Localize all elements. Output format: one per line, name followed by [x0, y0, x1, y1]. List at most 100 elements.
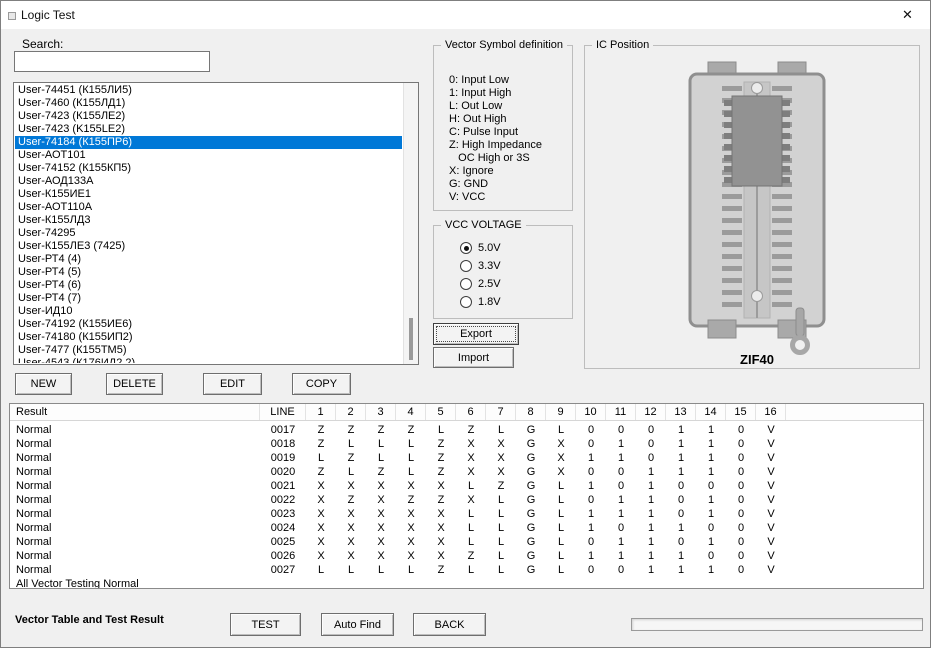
ic-position-groupbox: IC Position	[584, 45, 920, 369]
logic-test-window: Logic Test ✕ Search: User-74451 (К155ЛИ5…	[0, 0, 931, 648]
vcc-option-5.0V[interactable]: 5.0V	[460, 239, 501, 257]
back-button[interactable]: BACK	[413, 613, 486, 636]
zif-socket-graphic	[672, 58, 842, 358]
vector-symbol-groupbox: Vector Symbol definition 0: Input Low1: …	[433, 45, 573, 211]
column-header-14[interactable]: 14	[696, 404, 726, 420]
device-list-item[interactable]: User-74180 (К155ИП2)	[15, 331, 402, 344]
device-list-item[interactable]: User-АОТ110А	[15, 201, 402, 214]
column-header-8[interactable]: 8	[516, 404, 546, 420]
scrollbar-thumb[interactable]	[409, 318, 413, 360]
device-list-item[interactable]: User-К155ИЕ1	[15, 188, 402, 201]
vector-symbol-line: C: Pulse Input	[449, 126, 568, 139]
column-header-Result[interactable]: Result	[10, 404, 260, 420]
device-list-item[interactable]: User-РТ4 (4)	[15, 253, 402, 266]
search-label: Search:	[22, 37, 63, 51]
vector-symbol-line: V: VCC	[449, 191, 568, 204]
device-list-item[interactable]: User-74295	[15, 227, 402, 240]
device-list-item[interactable]: User-РТ4 (5)	[15, 266, 402, 279]
test-button[interactable]: TEST	[230, 613, 301, 636]
device-list-item[interactable]: User-РТ4 (6)	[15, 279, 402, 292]
status-label: Vector Table and Test Result	[15, 614, 164, 626]
device-list-item[interactable]: User-7460 (К155ЛД1)	[15, 97, 402, 110]
vector-symbol-line: OC High or 3S	[449, 152, 568, 165]
edit-button[interactable]: EDIT	[203, 373, 262, 395]
device-list-item[interactable]: User-ИД10	[15, 305, 402, 318]
device-list-item[interactable]: User-7477 (К155ТМ5)	[15, 344, 402, 357]
vcc-option-3.3V[interactable]: 3.3V	[460, 257, 501, 275]
vector-symbol-group-title: Vector Symbol definition	[441, 39, 567, 51]
vector-symbol-line: X: Ignore	[449, 165, 568, 178]
table-footer-message: All Vector Testing Normal	[10, 577, 923, 589]
titlebar: Logic Test ✕	[1, 1, 930, 29]
result-row[interactable]: Normal0018ZLLLZXXGX010110V	[10, 437, 923, 451]
search-input[interactable]	[14, 51, 210, 72]
vcc-option-label: 1.8V	[478, 296, 501, 308]
column-header-11[interactable]: 11	[606, 404, 636, 420]
column-header-10[interactable]: 10	[576, 404, 606, 420]
column-header-15[interactable]: 15	[726, 404, 756, 420]
vcc-option-1.8V[interactable]: 1.8V	[460, 293, 501, 311]
new-button[interactable]: NEW	[15, 373, 72, 395]
export-button[interactable]: Export	[433, 323, 519, 345]
column-header-5[interactable]: 5	[426, 404, 456, 420]
radio-icon	[460, 278, 472, 290]
column-header-16[interactable]: 16	[756, 404, 786, 420]
window-title: Logic Test	[21, 8, 75, 22]
list-scrollbar[interactable]	[403, 83, 418, 364]
result-row[interactable]: Normal0020ZLZLZXXGX001110V	[10, 465, 923, 479]
result-table: ResultLINE12345678910111213141516 Normal…	[9, 403, 924, 589]
vector-symbol-line: Z: High Impedance	[449, 139, 568, 152]
result-row[interactable]: Normal0025XXXXXLLGL011010V	[10, 535, 923, 549]
device-list-item[interactable]: User-7423 (К155ЛЕ2)	[15, 110, 402, 123]
result-row[interactable]: Normal0021XXXXXLZGL101000V	[10, 479, 923, 493]
column-header-4[interactable]: 4	[396, 404, 426, 420]
column-header-13[interactable]: 13	[666, 404, 696, 420]
device-list-item[interactable]: User-74184 (К155ПР6)	[15, 136, 402, 149]
result-row[interactable]: Normal0027LLLLZLLGL001110V	[10, 563, 923, 577]
device-list-item[interactable]: User-4543 (К176ИД2 2)	[15, 357, 402, 363]
device-list-item[interactable]: User-74152 (К155КП5)	[15, 162, 402, 175]
result-row[interactable]: Normal0024XXXXXLLGL101100V	[10, 521, 923, 535]
result-row[interactable]: Normal0022XZXZZXLGL011010V	[10, 493, 923, 507]
result-row[interactable]: Normal0023XXXXXLLGL111010V	[10, 507, 923, 521]
device-list-item[interactable]: User-РТ4 (7)	[15, 292, 402, 305]
device-list-item[interactable]: User-К155ЛД3	[15, 214, 402, 227]
radio-icon	[460, 296, 472, 308]
ic-chip-graphic	[724, 96, 790, 186]
import-button[interactable]: Import	[433, 347, 514, 368]
result-row[interactable]: Normal0017ZZZZLZLGL000110V	[10, 423, 923, 437]
column-header-12[interactable]: 12	[636, 404, 666, 420]
device-list-item[interactable]: User-74192 (К155ИЕ6)	[15, 318, 402, 331]
result-table-body: Normal0017ZZZZLZLGL000110VNormal0018ZLLL…	[10, 421, 923, 589]
vcc-voltage-group-title: VCC VOLTAGE	[441, 219, 526, 231]
vector-symbol-list: 0: Input Low1: Input HighL: Out LowH: Ou…	[449, 74, 568, 204]
close-button[interactable]: ✕	[885, 1, 930, 29]
device-list-item[interactable]: User-АОД133А	[15, 175, 402, 188]
radio-icon	[460, 242, 472, 254]
vector-symbol-line: G: GND	[449, 178, 568, 191]
device-list-item[interactable]: User-7423 (K155LE2)	[15, 123, 402, 136]
app-icon	[8, 12, 16, 20]
column-header-6[interactable]: 6	[456, 404, 486, 420]
copy-button[interactable]: COPY	[292, 373, 351, 395]
column-header-3[interactable]: 3	[366, 404, 396, 420]
device-listbox[interactable]: User-74451 (К155ЛИ5)User-7460 (К155ЛД1)U…	[13, 82, 419, 365]
auto-find-button[interactable]: Auto Find	[321, 613, 394, 636]
vector-symbol-line: L: Out Low	[449, 100, 568, 113]
progress-bar	[631, 618, 923, 631]
result-row[interactable]: Normal0026XXXXXZLGL111100V	[10, 549, 923, 563]
ic-position-group-title: IC Position	[592, 39, 653, 51]
vector-symbol-line: H: Out High	[449, 113, 568, 126]
device-list-item[interactable]: User-74451 (К155ЛИ5)	[15, 84, 402, 97]
column-header-1[interactable]: 1	[306, 404, 336, 420]
delete-button[interactable]: DELETE	[106, 373, 163, 395]
device-list-item[interactable]: User-АОТ101	[15, 149, 402, 162]
vcc-option-2.5V[interactable]: 2.5V	[460, 275, 501, 293]
column-header-7[interactable]: 7	[486, 404, 516, 420]
column-header-9[interactable]: 9	[546, 404, 576, 420]
column-header-2[interactable]: 2	[336, 404, 366, 420]
device-list-item[interactable]: User-К155ЛЕ3 (7425)	[15, 240, 402, 253]
result-row[interactable]: Normal0019LZLLZXXGX110110V	[10, 451, 923, 465]
column-header-LINE[interactable]: LINE	[260, 404, 306, 420]
vcc-option-label: 5.0V	[478, 242, 501, 254]
